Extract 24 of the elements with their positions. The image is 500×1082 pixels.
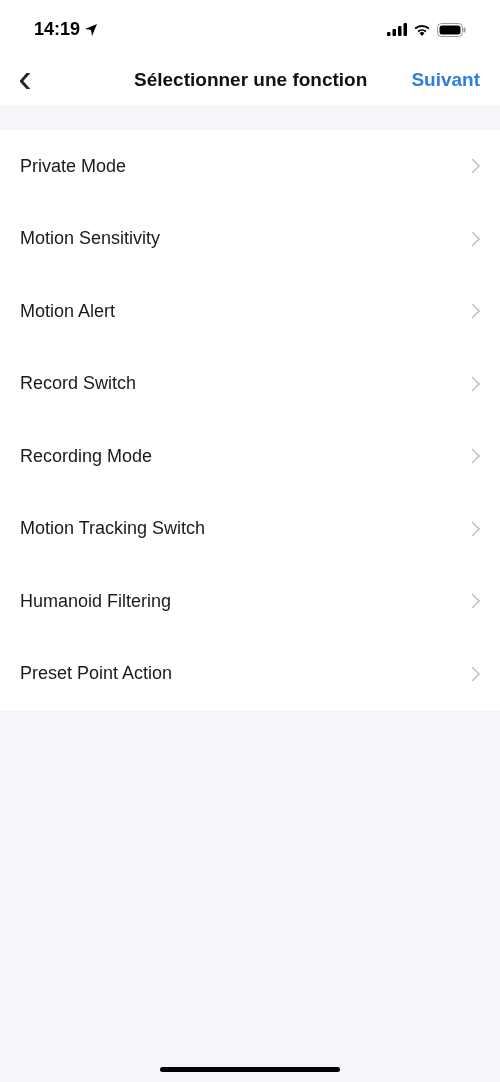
chevron-right-icon [471,593,480,610]
signal-icon [387,23,407,36]
chevron-right-icon [471,448,480,465]
page-title: Sélectionner une fonction [133,67,369,92]
chevron-right-icon [471,375,480,392]
status-time: 14:19 [34,18,81,41]
back-button[interactable]: ‹ [12,58,38,98]
function-row[interactable]: Preset Point Action [0,637,500,710]
location-arrow-icon [84,22,99,37]
wifi-icon [413,23,431,36]
chevron-right-icon [471,158,480,175]
function-row[interactable]: Humanoid Filtering [0,565,500,638]
function-row[interactable]: Recording Mode [0,420,500,493]
chevron-right-icon [471,303,480,320]
function-row[interactable]: Motion Sensitivity [0,202,500,275]
chevron-right-icon [471,520,480,537]
chevron-right-icon [471,230,480,247]
function-row[interactable]: Record Switch [0,347,500,420]
chevron-right-icon [471,665,480,682]
function-row[interactable]: Private Mode [0,130,500,203]
function-row[interactable]: Motion Tracking Switch [0,492,500,565]
battery-icon [437,22,466,37]
function-row[interactable]: Motion Alert [0,275,500,348]
next-button[interactable]: Suivant [403,65,488,95]
